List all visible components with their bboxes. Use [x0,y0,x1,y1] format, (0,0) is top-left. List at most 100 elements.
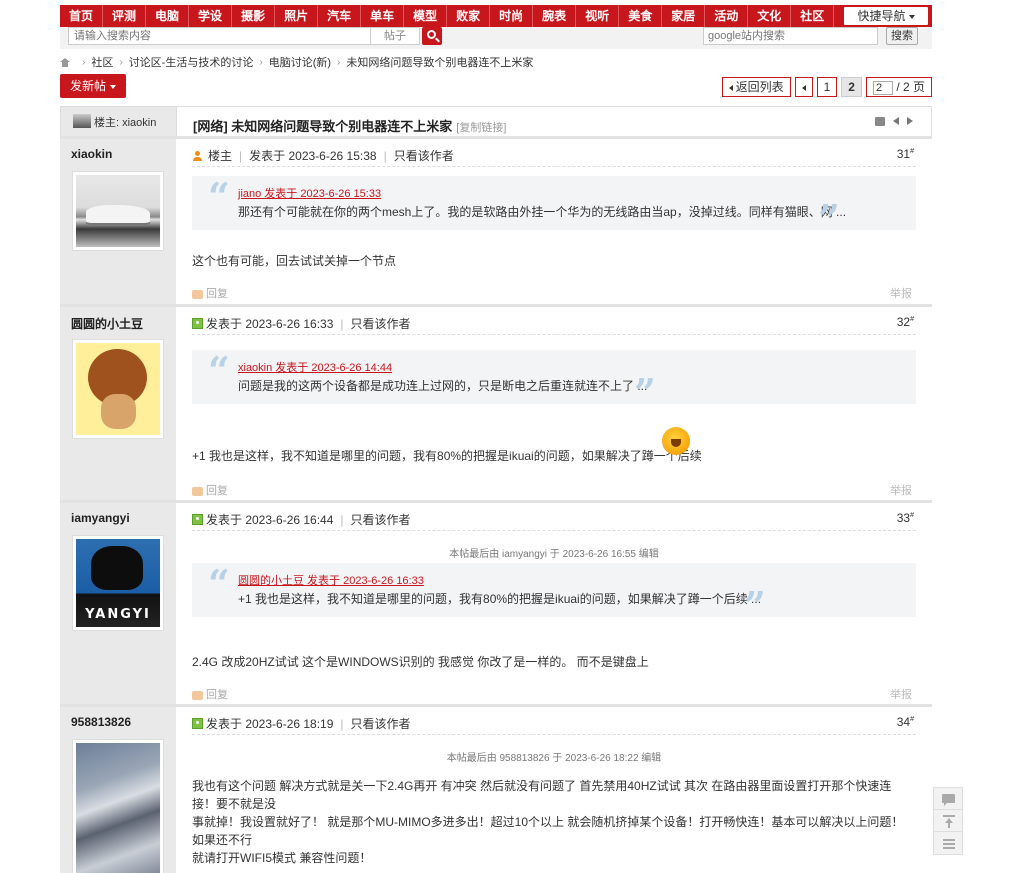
nav-item-food[interactable]: 美食 [619,5,663,27]
nav-item-bikes[interactable]: 单车 [361,5,405,27]
post-item: xiaokin 楼主 | 发表于 2023-6-26 15:38 | 只看该作者… [60,136,932,304]
quote-author-link[interactable]: 圆圆的小土豆 发表于 2023-6-26 16:33 [238,572,424,588]
avatar-image: YANGYI [76,539,160,627]
nav-item-photography[interactable]: 摄影 [232,5,276,27]
post-author-panel: 圆圆的小土豆 [60,307,176,500]
quote-text: 问题是我的这两个设备都是成功连上过网的，只是断电之后重连就连不上了 ... [238,379,648,393]
nav-item-home[interactable]: 首页 [60,5,104,27]
quote-author-link[interactable]: jiano 发表于 2023-6-26 15:33 [238,185,381,201]
page-jump-input[interactable] [872,80,893,95]
search-input[interactable] [68,27,374,45]
breadcrumb-item[interactable]: 讨论区-生活与技术的讨论 [129,54,254,70]
nav-item-home-living[interactable]: 家居 [662,5,706,27]
floor-number[interactable]: 34# [897,715,914,729]
meta-separator: | [340,316,344,331]
breadcrumb-item[interactable]: 社区 [91,54,113,70]
nav-item-fashion[interactable]: 时尚 [490,5,534,27]
avatar-image [76,743,160,873]
nav-item-models[interactable]: 模型 [404,5,448,27]
post-username[interactable]: 958813826 [71,715,131,729]
copy-link[interactable]: [复制链接] [456,122,506,134]
thread-host-cell: 楼主: xiaokin [61,107,177,136]
next-thread-icon[interactable] [907,117,913,125]
user-icon [192,150,202,161]
nav-item-design[interactable]: 学设 [189,5,233,27]
report-link[interactable]: 举报 [890,686,912,702]
prev-thread-icon[interactable] [893,117,899,125]
divider [192,334,916,335]
only-author-link[interactable]: 只看该作者 [394,147,454,164]
avatar[interactable]: YANGYI [72,535,164,631]
back-to-list-button[interactable]: 返回列表 [721,77,791,97]
nav-item-cars[interactable]: 汽车 [318,5,362,27]
divider [192,530,916,531]
nav-item-computer[interactable]: 电脑 [146,5,190,27]
nav-item-watches[interactable]: 腕表 [533,5,577,27]
post-time: 发表于 2023-6-26 16:33 [206,317,334,331]
post-username[interactable]: xiaokin [71,147,112,161]
search-type-select[interactable]: 帖子 [370,27,420,45]
nav-item-photos[interactable]: 照片 [275,5,319,27]
post-username[interactable]: 圆圆的小土豆 [71,315,143,332]
breadcrumb-item[interactable]: 电脑讨论(新) [269,54,331,70]
nav-item-community[interactable]: 社区 [791,5,835,27]
avatar[interactable] [72,339,164,439]
quote-close-icon: ” [744,583,766,628]
host-label[interactable]: 楼主: xiaokin [94,114,156,130]
floor-number[interactable]: 31# [897,147,914,161]
nav-item-review[interactable]: 评测 [103,5,147,27]
thread-tools [875,117,913,126]
nav-item-culture[interactable]: 文化 [748,5,792,27]
breadcrumb-separator: › [259,56,263,68]
search-bar: 帖子 搜索 [60,27,932,49]
breadcrumb: › 社区 › 讨论区-生活与技术的讨论 › 电脑讨论(新) › 未知网络问题导致… [60,55,533,69]
only-author-link[interactable]: 只看该作者 [351,715,411,732]
back-to-top-button[interactable] [933,809,963,833]
arrow-left-icon [728,84,733,91]
thread-title: [网络] 未知网络问题导致个别电器连不上米家 [复制链接] [193,116,506,135]
quote-close-icon: ” [634,370,656,415]
quick-reply-button[interactable] [933,787,963,811]
only-author-link[interactable]: 只看该作者 [351,315,411,332]
reply-icon [192,486,203,496]
post-username[interactable]: iamyangyi [71,511,130,525]
back-to-list-float-button[interactable] [933,831,963,855]
print-icon[interactable] [875,117,885,126]
avatar[interactable] [72,739,164,873]
quote-author-link[interactable]: xiaokin 发表于 2023-6-26 14:44 [238,359,392,375]
new-post-button[interactable]: 发新帖 [60,74,126,98]
google-search-input[interactable] [703,27,878,45]
nav-item-shopping[interactable]: 败家 [447,5,491,27]
google-search-button[interactable]: 搜索 [886,27,918,45]
chevron-down-icon [110,84,116,89]
prev-page-button[interactable] [794,77,813,97]
back-to-list-label: 返回列表 [735,80,784,94]
reply-icon [192,289,203,299]
reply-link[interactable]: 回复 [206,288,228,300]
post-body: 我也有这个问题 解决方式就是关一下2.4G再开 有冲突 然后就没有问题了 首先禁… [192,777,912,867]
breadcrumb-separator: › [337,56,341,68]
floor-number[interactable]: 32# [897,315,914,329]
nav-item-events[interactable]: 活动 [705,5,749,27]
search-button[interactable] [422,27,442,45]
breadcrumb-separator: › [82,56,86,68]
floor-number[interactable]: 33# [897,511,914,525]
quick-nav-button[interactable]: 快捷导航 [844,7,928,25]
nav-item-audiovisual[interactable]: 视听 [576,5,620,27]
home-icon[interactable] [60,57,70,67]
only-author-link[interactable]: 只看该作者 [351,511,411,528]
report-link[interactable]: 举报 [890,482,912,498]
post-item: iamyangyi YANGYI 发表于 2023-6-26 16:44 | 只… [60,500,932,704]
breadcrumb-item[interactable]: 未知网络问题导致个别电器连不上米家 [346,54,533,70]
reply-link[interactable]: 回复 [206,689,228,701]
avatar[interactable] [72,171,164,251]
reply-link[interactable]: 回复 [206,485,228,497]
quote-block: “ jiano 发表于 2023-6-26 15:33 那还有个可能就在你的两个… [192,176,916,238]
post-meta: 发表于 2023-6-26 16:33 | 只看该作者 [192,315,411,332]
report-link[interactable]: 举报 [890,285,912,301]
meta-separator: | [340,512,344,527]
floor-number-value: 31 [896,147,911,161]
edit-notice: 本帖最后由 iamyangyi 于 2023-6-26 16:55 编辑 [449,549,659,560]
page-1-link[interactable]: 1 [816,77,838,97]
online-status-icon [192,718,203,729]
